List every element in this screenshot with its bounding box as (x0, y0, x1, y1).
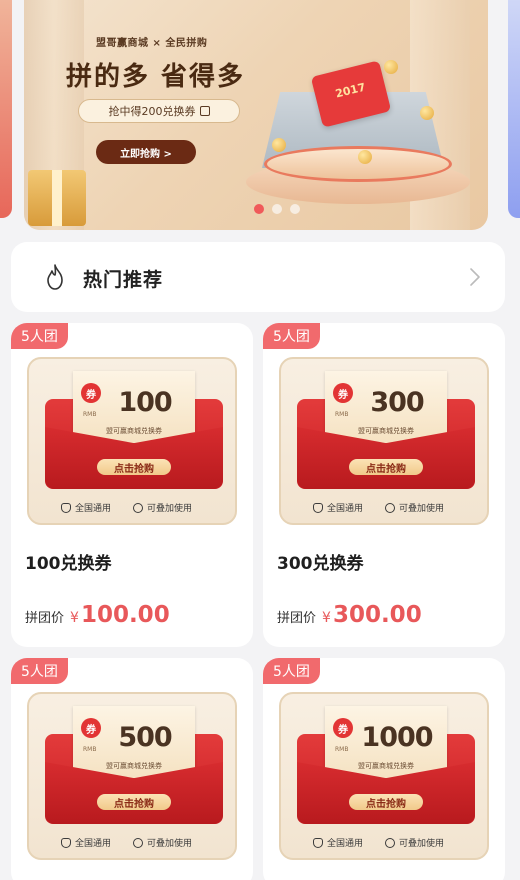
coupon-subtitle: 盟可赢商城兑换券 (358, 427, 414, 435)
shield-icon (313, 837, 323, 848)
carousel-dot[interactable] (272, 204, 282, 214)
gift-box-icon (199, 106, 210, 116)
product-card[interactable]: 5人团 券 RMB 100 盟可赢商城兑换券 点击抢购 全国通用 可叠加使用 1… (11, 323, 253, 647)
envelope-text: 2017 (334, 80, 367, 101)
group-size-badge: 5人团 (11, 323, 68, 349)
banner-buy-button[interactable]: 立即抢购 > (96, 140, 196, 164)
banner-next-slide[interactable] (508, 0, 520, 218)
coupon-image[interactable]: 券 RMB 100 盟可赢商城兑换券 点击抢购 全国通用 可叠加使用 (27, 357, 237, 525)
product-title: 300兑换券 (277, 554, 364, 574)
feature-stackable-label: 可叠加使用 (399, 504, 445, 514)
podium-top (264, 146, 452, 182)
coupon-subtitle: 盟可赢商城兑换券 (358, 762, 414, 770)
banner-coupon-text: 抢中得200兑换券 (108, 105, 196, 118)
carousel-dot[interactable] (290, 204, 300, 214)
shield-icon (313, 502, 323, 513)
feature-nationwide-label: 全国通用 (75, 504, 112, 514)
flame-icon (47, 264, 63, 290)
banner-coupon-pill: 抢中得200兑换券 (78, 99, 240, 123)
feature-nationwide: 全国通用 (61, 836, 111, 849)
coin-decoration (272, 138, 286, 152)
coupon-amount: 1000 (361, 722, 433, 753)
coupon-grab-button[interactable]: 点击抢购 (97, 794, 171, 810)
product-card[interactable]: 5人团 券 RMB 1000 盟可赢商城兑换券 点击抢购 全国通用 可叠加使用 (263, 658, 505, 880)
coupon-image[interactable]: 券 RMB 1000 盟可赢商城兑换券 点击抢购 全国通用 可叠加使用 (279, 692, 489, 860)
coupon-image[interactable]: 券 RMB 500 盟可赢商城兑换券 点击抢购 全国通用 可叠加使用 (27, 692, 237, 860)
price-value: 300.00 (332, 602, 422, 628)
feature-stackable-label: 可叠加使用 (147, 504, 193, 514)
coin-decoration (358, 150, 372, 164)
price-row: 拼团价 ¥ 300.00 (277, 602, 422, 628)
feature-nationwide: 全国通用 (313, 501, 363, 514)
price-symbol: ¥ (70, 610, 79, 626)
feature-nationwide: 全国通用 (313, 836, 363, 849)
feature-nationwide-label: 全国通用 (327, 504, 364, 514)
feature-nationwide-label: 全国通用 (75, 839, 112, 849)
feature-nationwide: 全国通用 (61, 501, 111, 514)
carousel-dot-active[interactable] (254, 204, 264, 214)
price-label: 拼团价 (277, 611, 317, 626)
banner-brand: 盟哥赢商城 × 全民拼购 (96, 38, 208, 49)
coupon-amount: 100 (118, 387, 172, 418)
banner-carousel[interactable]: 盟哥赢商城 × 全民拼购 拼的多 省得多 抢中得200兑换券 立即抢购 > 20… (0, 0, 520, 232)
coupon-grab-button[interactable]: 点击抢购 (349, 794, 423, 810)
group-size-badge: 5人团 (263, 323, 320, 349)
coupon-grab-button[interactable]: 点击抢购 (97, 459, 171, 475)
product-card[interactable]: 5人团 券 RMB 300 盟可赢商城兑换券 点击抢购 全国通用 可叠加使用 3… (263, 323, 505, 647)
shield-icon (61, 502, 71, 513)
product-title: 100兑换券 (25, 554, 112, 574)
coupon-amount: 300 (370, 387, 424, 418)
feature-stackable: 可叠加使用 (385, 836, 444, 849)
feature-stackable-label: 可叠加使用 (147, 839, 193, 849)
coin-decoration (384, 60, 398, 74)
hot-recommend-title: 热门推荐 (83, 269, 164, 291)
arrow-circle-icon (133, 502, 143, 513)
banner-prev-slide[interactable] (0, 0, 12, 218)
price-symbol: ¥ (322, 610, 331, 626)
gift-box-illustration (28, 170, 86, 226)
feature-nationwide-label: 全国通用 (327, 839, 364, 849)
banner-headline: 拼的多 省得多 (66, 62, 246, 92)
price-row: 拼团价 ¥ 100.00 (25, 602, 170, 628)
chevron-right-icon[interactable] (469, 267, 481, 287)
feature-stackable-label: 可叠加使用 (399, 839, 445, 849)
coupon-subtitle: 盟可赢商城兑换券 (106, 427, 162, 435)
feature-stackable: 可叠加使用 (385, 501, 444, 514)
group-size-badge: 5人团 (11, 658, 68, 684)
arrow-circle-icon (385, 502, 395, 513)
group-size-badge: 5人团 (263, 658, 320, 684)
price-value: 100.00 (80, 602, 170, 628)
coin-decoration (420, 106, 434, 120)
feature-stackable: 可叠加使用 (133, 836, 192, 849)
coupon-subtitle: 盟可赢商城兑换券 (106, 762, 162, 770)
coupon-grab-button[interactable]: 点击抢购 (349, 459, 423, 475)
hot-recommend-row[interactable]: 热门推荐 (11, 242, 505, 312)
arrow-circle-icon (133, 837, 143, 848)
price-label: 拼团价 (25, 611, 65, 626)
coupon-image[interactable]: 券 RMB 300 盟可赢商城兑换券 点击抢购 全国通用 可叠加使用 (279, 357, 489, 525)
carousel-dots (254, 204, 300, 214)
feature-stackable: 可叠加使用 (133, 501, 192, 514)
banner-slide[interactable]: 盟哥赢商城 × 全民拼购 拼的多 省得多 抢中得200兑换券 立即抢购 > 20… (24, 0, 488, 230)
product-card[interactable]: 5人团 券 RMB 500 盟可赢商城兑换券 点击抢购 全国通用 可叠加使用 (11, 658, 253, 880)
shield-icon (61, 837, 71, 848)
arrow-circle-icon (385, 837, 395, 848)
coupon-amount: 500 (118, 722, 172, 753)
